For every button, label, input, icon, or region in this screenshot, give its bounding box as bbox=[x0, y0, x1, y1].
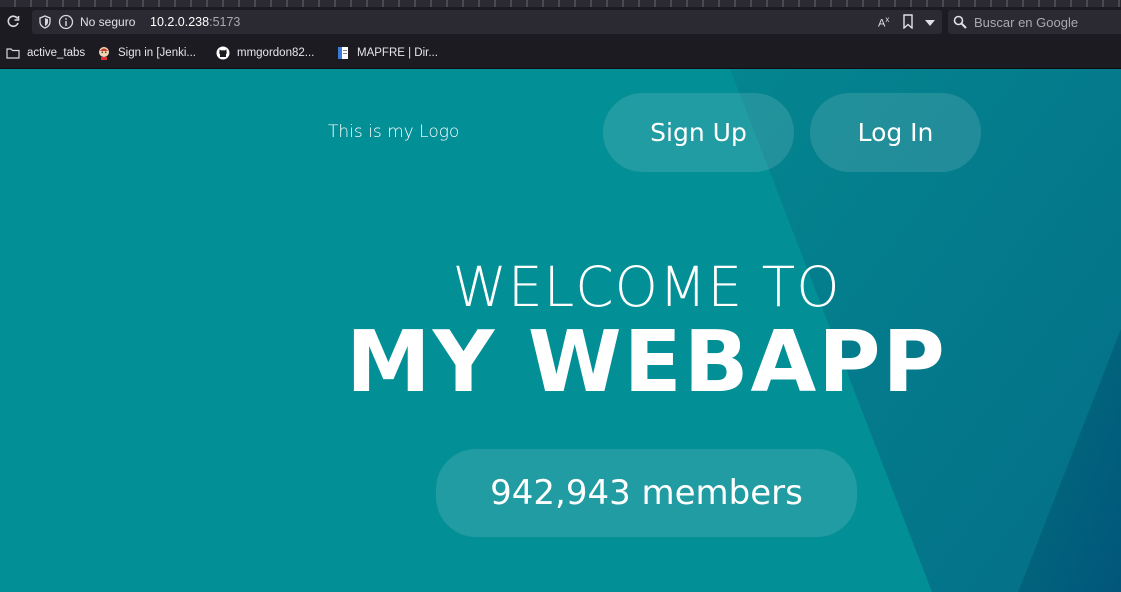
search-icon bbox=[953, 15, 967, 29]
app-title: MY WEBAPP bbox=[346, 313, 947, 412]
reload-icon[interactable] bbox=[4, 13, 22, 31]
members-badge: 942,943 members bbox=[436, 449, 857, 537]
bookmark-item-active-tabs[interactable]: active_tabs bbox=[6, 45, 85, 61]
logo[interactable]: This is my Logo bbox=[328, 122, 459, 142]
url-text[interactable]: 10.2.0.238:5173 bbox=[150, 15, 240, 29]
bookmark-label: active_tabs bbox=[27, 47, 86, 59]
shield-icon[interactable] bbox=[39, 15, 51, 29]
bookmark-item-mapfre[interactable]: MAPFRE | Dir... bbox=[336, 45, 438, 61]
page-content: This is my Logo Sign Up Log In WELCOME T… bbox=[0, 69, 1121, 592]
info-icon[interactable] bbox=[58, 14, 74, 30]
jenkins-icon bbox=[99, 47, 109, 60]
sign-up-button[interactable]: Sign Up bbox=[603, 93, 794, 172]
document-icon bbox=[338, 47, 348, 59]
folder-icon bbox=[6, 48, 20, 59]
url-host: 10.2.0.238 bbox=[150, 15, 210, 29]
bookmark-label: Sign in [Jenki... bbox=[118, 47, 196, 59]
bookmark-label: MAPFRE | Dir... bbox=[357, 47, 438, 59]
tab-strip bbox=[0, 0, 1121, 7]
browser-toolbar: No seguro 10.2.0.238:5173 Ax Buscar en G… bbox=[0, 7, 1121, 37]
translate-icon[interactable]: Ax bbox=[878, 15, 894, 30]
search-input[interactable]: Buscar en Google bbox=[948, 10, 1121, 34]
log-in-button[interactable]: Log In bbox=[810, 93, 981, 172]
welcome-heading: WELCOME TO bbox=[452, 255, 841, 319]
search-placeholder: Buscar en Google bbox=[974, 15, 1079, 30]
url-port: :5173 bbox=[209, 15, 241, 29]
bookmarks-bar: active_tabs Sign in [Jenki... mmgordon82… bbox=[0, 37, 1121, 69]
bookmark-item-jenkins[interactable]: Sign in [Jenki... bbox=[97, 45, 196, 61]
bookmark-icon[interactable] bbox=[902, 14, 914, 29]
security-label: No seguro bbox=[80, 15, 136, 29]
bookmark-item-github[interactable]: mmgordon82... bbox=[216, 45, 314, 61]
github-icon bbox=[216, 46, 230, 60]
bookmark-label: mmgordon82... bbox=[237, 47, 315, 59]
url-bar[interactable]: No seguro 10.2.0.238:5173 Ax bbox=[32, 10, 942, 34]
chevron-down-icon[interactable] bbox=[925, 20, 935, 26]
